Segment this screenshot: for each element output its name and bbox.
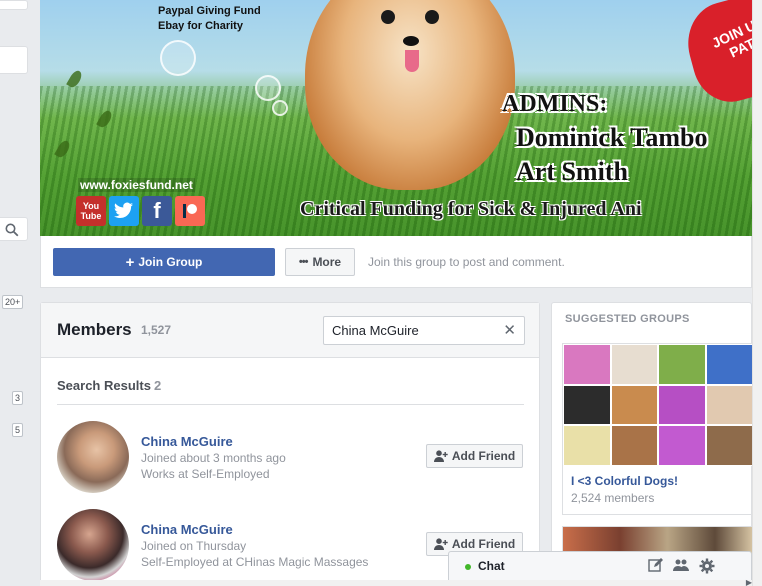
horizontal-scrollbar[interactable]: ▶: [40, 578, 752, 586]
pomeranian-photo: [305, 0, 515, 190]
members-header: Members 1,527 ✕: [41, 303, 539, 358]
member-joined-text: Joined about 3 months ago: [141, 451, 286, 465]
avatar[interactable]: [57, 509, 129, 581]
group-cover-collage[interactable]: [563, 344, 753, 466]
left-rail: 20+ 3 5: [0, 0, 40, 586]
rail-search-button[interactable]: [0, 217, 28, 241]
add-friend-icon: [433, 450, 448, 462]
online-status-dot: [465, 564, 471, 570]
youtube-icon: You Tube: [76, 196, 106, 226]
facebook-icon: f: [142, 196, 172, 226]
chat-bar[interactable]: Chat: [448, 551, 752, 580]
bubble-decoration: [255, 75, 281, 101]
member-search-box[interactable]: ✕: [323, 316, 525, 345]
group-name-link[interactable]: I <3 Colorful Dogs!: [571, 474, 678, 488]
admin-name: Dominick Tambo: [516, 123, 708, 152]
search-icon: [5, 223, 19, 237]
add-friend-button[interactable]: Add Friend: [426, 444, 523, 468]
cover-social-icons: You Tube f: [76, 196, 205, 226]
more-label: More: [312, 255, 342, 269]
vertical-scrollbar[interactable]: [752, 0, 762, 586]
group-cover-photo: Paypal Giving Fund Ebay for Charity JOIN…: [40, 0, 752, 236]
more-button[interactable]: ••• More: [285, 248, 355, 276]
join-note: Join this group to post and comment.: [368, 255, 565, 269]
member-row: China McGuire Joined about 3 months ago …: [57, 421, 524, 493]
cover-text-line: Paypal Giving Fund: [158, 5, 261, 17]
chat-label: Chat: [478, 559, 505, 573]
bubble-decoration: [160, 40, 196, 76]
member-search-input[interactable]: [324, 317, 494, 344]
group-member-count: 2,524 members: [571, 491, 655, 505]
create-group-icon[interactable]: [673, 558, 689, 574]
rail-item[interactable]: [0, 0, 28, 10]
rail-count-badge[interactable]: 5: [12, 423, 24, 437]
rail-count-badge[interactable]: 20+: [2, 295, 24, 309]
results-count: 2: [153, 378, 162, 393]
member-work-text: Self-Employed at CHinas Magic Massages: [141, 555, 369, 569]
cover-text-line: Ebay for Charity: [158, 20, 243, 32]
suggested-group-card[interactable]: I <3 Colorful Dogs! 2,524 members: [562, 343, 753, 515]
divider: [57, 404, 524, 405]
rail-count-badge[interactable]: 3: [12, 391, 24, 405]
new-message-icon[interactable]: [647, 558, 663, 574]
join-group-button[interactable]: + Join Group: [53, 248, 275, 276]
clear-search-icon[interactable]: ✕: [503, 323, 516, 338]
rail-item[interactable]: [0, 46, 28, 74]
member-joined-text: Joined on Thursday: [141, 539, 247, 553]
add-friend-icon: [433, 538, 448, 550]
cover-tagline: Critical Funding for Sick & Injured Ani: [300, 198, 642, 220]
suggested-groups-title: SUGGESTED GROUPS: [565, 313, 690, 325]
splat-text: JOIN U PATR: [709, 16, 752, 61]
scroll-right-arrow-icon[interactable]: ▶: [746, 578, 752, 586]
patreon-icon: [175, 196, 205, 226]
cover-admins: ADMINS: Dominick Tambo Art Smith: [502, 87, 707, 189]
plus-icon: +: [125, 253, 135, 271]
avatar[interactable]: [57, 421, 129, 493]
admins-label: ADMINS:: [502, 91, 608, 117]
join-group-label: Join Group: [138, 255, 203, 269]
member-name-link[interactable]: China McGuire: [141, 434, 233, 449]
dog-eye: [381, 10, 395, 24]
member-work-text: Works at Self-Employed: [141, 467, 270, 481]
members-title: Members: [57, 320, 132, 339]
dog-nose: [403, 36, 419, 46]
chat-actions: [647, 558, 715, 574]
cover-fundraising-links: Paypal Giving Fund Ebay for Charity: [158, 4, 261, 34]
group-action-bar: + Join Group ••• More Join this group to…: [40, 236, 752, 288]
admin-name: Art Smith: [516, 157, 628, 186]
dog-eye: [425, 10, 439, 24]
member-name-link[interactable]: China McGuire: [141, 522, 233, 537]
cover-website: www.foxiesfund.net: [78, 178, 195, 192]
members-panel: Members 1,527 ✕ Search Results2 China Mc…: [40, 302, 540, 586]
add-friend-label: Add Friend: [451, 449, 516, 463]
ellipsis-icon: •••: [298, 256, 309, 268]
dog-face: [365, 0, 455, 72]
suggested-groups-panel: SUGGESTED GROUPS I <3 Colorful Dogs! 2,5…: [551, 302, 753, 586]
gear-icon[interactable]: [699, 558, 715, 574]
bubble-decoration: [272, 100, 288, 116]
add-friend-label: Add Friend: [451, 537, 516, 551]
search-results-label: Search Results 2: [57, 378, 161, 393]
dog-tongue: [405, 50, 419, 72]
results-label-text: Search Results: [57, 378, 151, 393]
members-count: 1,527: [141, 323, 172, 337]
twitter-icon: [109, 196, 139, 226]
